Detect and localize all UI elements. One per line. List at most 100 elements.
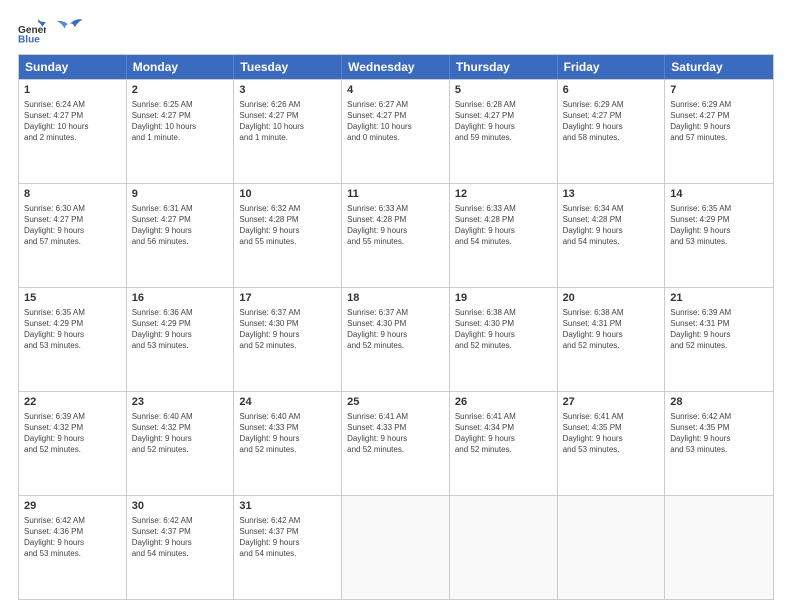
cell-info-line: Daylight: 9 hours xyxy=(455,225,552,236)
cell-info-line: and 2 minutes. xyxy=(24,132,121,143)
calendar-cell-empty-r4c6 xyxy=(665,496,773,599)
cell-info-line: and 52 minutes. xyxy=(347,444,444,455)
cell-info-line: Daylight: 9 hours xyxy=(132,433,229,444)
cell-info-line: Daylight: 9 hours xyxy=(239,225,336,236)
cell-info-line: Sunrise: 6:33 AM xyxy=(455,203,552,214)
header-day-tuesday: Tuesday xyxy=(234,55,342,79)
day-number: 1 xyxy=(24,83,121,98)
cell-info-line: Sunset: 4:27 PM xyxy=(132,110,229,121)
cell-info-line: Sunrise: 6:38 AM xyxy=(455,307,552,318)
calendar-cell-13: 13Sunrise: 6:34 AMSunset: 4:28 PMDayligh… xyxy=(558,184,666,287)
calendar-cell-31: 31Sunrise: 6:42 AMSunset: 4:37 PMDayligh… xyxy=(234,496,342,599)
cell-info-line: Daylight: 9 hours xyxy=(132,329,229,340)
cell-info-line: Sunrise: 6:35 AM xyxy=(670,203,768,214)
calendar-cell-16: 16Sunrise: 6:36 AMSunset: 4:29 PMDayligh… xyxy=(127,288,235,391)
cell-info-line: Sunset: 4:33 PM xyxy=(239,422,336,433)
calendar-cell-29: 29Sunrise: 6:42 AMSunset: 4:36 PMDayligh… xyxy=(19,496,127,599)
calendar-cell-empty-r4c4 xyxy=(450,496,558,599)
day-number: 21 xyxy=(670,291,768,306)
bird-icon xyxy=(54,13,84,37)
calendar-cell-10: 10Sunrise: 6:32 AMSunset: 4:28 PMDayligh… xyxy=(234,184,342,287)
page: General Blue SundayMondayTuesdayWednesda… xyxy=(0,0,792,612)
cell-info-line: Sunrise: 6:42 AM xyxy=(670,411,768,422)
cell-info-line: Daylight: 10 hours xyxy=(239,121,336,132)
calendar-cell-24: 24Sunrise: 6:40 AMSunset: 4:33 PMDayligh… xyxy=(234,392,342,495)
cell-info-line: Sunset: 4:32 PM xyxy=(132,422,229,433)
calendar-cell-9: 9Sunrise: 6:31 AMSunset: 4:27 PMDaylight… xyxy=(127,184,235,287)
cell-info-line: Sunset: 4:31 PM xyxy=(670,318,768,329)
cell-info-line: Sunset: 4:36 PM xyxy=(24,526,121,537)
cell-info-line: Sunset: 4:27 PM xyxy=(24,214,121,225)
day-number: 19 xyxy=(455,291,552,306)
calendar-cell-2: 2Sunrise: 6:25 AMSunset: 4:27 PMDaylight… xyxy=(127,80,235,183)
day-number: 20 xyxy=(563,291,660,306)
day-number: 5 xyxy=(455,83,552,98)
calendar-row-2: 8Sunrise: 6:30 AMSunset: 4:27 PMDaylight… xyxy=(19,183,773,287)
cell-info-line: Daylight: 9 hours xyxy=(670,329,768,340)
calendar-cell-28: 28Sunrise: 6:42 AMSunset: 4:35 PMDayligh… xyxy=(665,392,773,495)
cell-info-line: and 53 minutes. xyxy=(563,444,660,455)
cell-info-line: Sunset: 4:29 PM xyxy=(24,318,121,329)
header-day-wednesday: Wednesday xyxy=(342,55,450,79)
day-number: 28 xyxy=(670,395,768,410)
cell-info-line: Daylight: 9 hours xyxy=(24,329,121,340)
calendar-cell-1: 1Sunrise: 6:24 AMSunset: 4:27 PMDaylight… xyxy=(19,80,127,183)
cell-info-line: and 52 minutes. xyxy=(563,340,660,351)
cell-info-line: Sunset: 4:32 PM xyxy=(24,422,121,433)
calendar-body: 1Sunrise: 6:24 AMSunset: 4:27 PMDaylight… xyxy=(19,79,773,599)
header: General Blue xyxy=(18,16,774,44)
header-day-thursday: Thursday xyxy=(450,55,558,79)
cell-info-line: and 52 minutes. xyxy=(239,340,336,351)
cell-info-line: and 0 minutes. xyxy=(347,132,444,143)
cell-info-line: Sunrise: 6:32 AM xyxy=(239,203,336,214)
cell-info-line: Daylight: 9 hours xyxy=(24,225,121,236)
header-day-saturday: Saturday xyxy=(665,55,773,79)
cell-info-line: and 55 minutes. xyxy=(239,236,336,247)
calendar-cell-27: 27Sunrise: 6:41 AMSunset: 4:35 PMDayligh… xyxy=(558,392,666,495)
cell-info-line: Daylight: 9 hours xyxy=(670,121,768,132)
cell-info-line: and 52 minutes. xyxy=(239,444,336,455)
day-number: 29 xyxy=(24,499,121,514)
cell-info-line: and 52 minutes. xyxy=(455,444,552,455)
calendar-cell-7: 7Sunrise: 6:29 AMSunset: 4:27 PMDaylight… xyxy=(665,80,773,183)
cell-info-line: and 53 minutes. xyxy=(670,236,768,247)
cell-info-line: Sunset: 4:27 PM xyxy=(239,110,336,121)
calendar-cell-19: 19Sunrise: 6:38 AMSunset: 4:30 PMDayligh… xyxy=(450,288,558,391)
cell-info-line: and 54 minutes. xyxy=(132,548,229,559)
day-number: 22 xyxy=(24,395,121,410)
cell-info-line: Sunset: 4:37 PM xyxy=(132,526,229,537)
cell-info-line: Sunset: 4:30 PM xyxy=(455,318,552,329)
cell-info-line: and 57 minutes. xyxy=(24,236,121,247)
cell-info-line: Daylight: 9 hours xyxy=(347,329,444,340)
day-number: 4 xyxy=(347,83,444,98)
header-day-friday: Friday xyxy=(558,55,666,79)
cell-info-line: and 54 minutes. xyxy=(239,548,336,559)
cell-info-line: Sunset: 4:27 PM xyxy=(132,214,229,225)
day-number: 18 xyxy=(347,291,444,306)
cell-info-line: and 53 minutes. xyxy=(24,548,121,559)
day-number: 30 xyxy=(132,499,229,514)
calendar-cell-11: 11Sunrise: 6:33 AMSunset: 4:28 PMDayligh… xyxy=(342,184,450,287)
cell-info-line: and 52 minutes. xyxy=(132,444,229,455)
cell-info-line: Sunset: 4:35 PM xyxy=(563,422,660,433)
cell-info-line: Sunset: 4:27 PM xyxy=(347,110,444,121)
day-number: 11 xyxy=(347,187,444,202)
cell-info-line: Sunrise: 6:42 AM xyxy=(239,515,336,526)
cell-info-line: Daylight: 9 hours xyxy=(132,537,229,548)
day-number: 8 xyxy=(24,187,121,202)
cell-info-line: Sunset: 4:30 PM xyxy=(347,318,444,329)
cell-info-line: and 55 minutes. xyxy=(347,236,444,247)
cell-info-line: Daylight: 9 hours xyxy=(563,121,660,132)
cell-info-line: Daylight: 9 hours xyxy=(670,433,768,444)
calendar-row-4: 22Sunrise: 6:39 AMSunset: 4:32 PMDayligh… xyxy=(19,391,773,495)
cell-info-line: Daylight: 9 hours xyxy=(563,225,660,236)
cell-info-line: Daylight: 9 hours xyxy=(24,537,121,548)
day-number: 15 xyxy=(24,291,121,306)
calendar-cell-20: 20Sunrise: 6:38 AMSunset: 4:31 PMDayligh… xyxy=(558,288,666,391)
calendar-header: SundayMondayTuesdayWednesdayThursdayFrid… xyxy=(19,55,773,79)
cell-info-line: Sunset: 4:28 PM xyxy=(563,214,660,225)
calendar-cell-3: 3Sunrise: 6:26 AMSunset: 4:27 PMDaylight… xyxy=(234,80,342,183)
cell-info-line: Sunrise: 6:25 AM xyxy=(132,99,229,110)
cell-info-line: Daylight: 9 hours xyxy=(563,433,660,444)
cell-info-line: Sunrise: 6:30 AM xyxy=(24,203,121,214)
